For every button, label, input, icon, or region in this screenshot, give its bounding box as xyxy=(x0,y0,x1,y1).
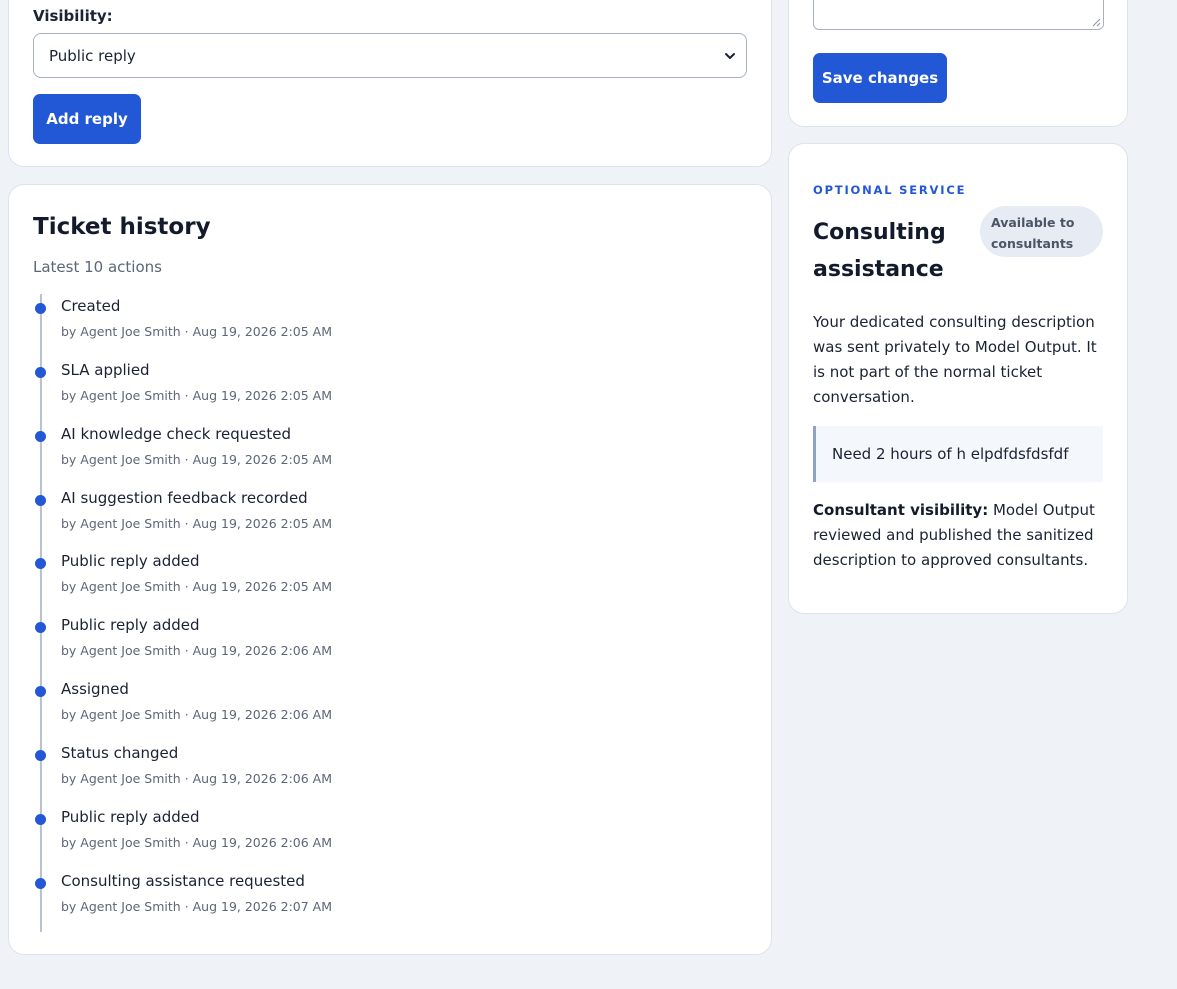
history-subtitle: Latest 10 actions xyxy=(33,258,162,276)
history-event: Public reply added by Agent Joe Smith · … xyxy=(33,552,633,602)
event-title: Public reply added xyxy=(61,552,200,570)
event-meta: by Agent Joe Smith · Aug 19, 2026 2:05 A… xyxy=(61,324,333,339)
history-event: Created by Agent Joe Smith · Aug 19, 202… xyxy=(33,297,633,347)
consultant-visibility-label: Consultant visibility: xyxy=(813,501,989,519)
timeline-dot xyxy=(35,367,46,378)
ticket-history-card: Ticket history Latest 10 actions Created… xyxy=(8,184,772,955)
event-meta: by Agent Joe Smith · Aug 19, 2026 2:05 A… xyxy=(61,452,333,467)
timeline-dot xyxy=(35,431,46,442)
visibility-select[interactable]: Public reply xyxy=(33,33,747,78)
event-title: Public reply added xyxy=(61,808,200,826)
event-meta: by Agent Joe Smith · Aug 19, 2026 2:06 A… xyxy=(61,643,333,658)
event-title: Status changed xyxy=(61,744,179,762)
event-meta: by Agent Joe Smith · Aug 19, 2026 2:06 A… xyxy=(61,771,333,786)
event-meta: by Agent Joe Smith · Aug 19, 2026 2:05 A… xyxy=(61,579,333,594)
status-badge: Available to consultants xyxy=(980,206,1103,257)
service-eyebrow: OPTIONAL SERVICE xyxy=(813,183,967,197)
consultant-visibility-note: Consultant visibility: Model Output revi… xyxy=(813,498,1103,573)
edit-ticket-card: Save changes xyxy=(788,0,1128,127)
history-event: Assigned by Agent Joe Smith · Aug 19, 20… xyxy=(33,680,633,730)
visibility-label: Visibility: xyxy=(33,7,113,25)
history-event: Public reply added by Agent Joe Smith · … xyxy=(33,616,633,666)
history-title: Ticket history xyxy=(33,214,211,240)
timeline-dot xyxy=(35,686,46,697)
consulting-description: Your dedicated consulting description wa… xyxy=(813,313,1097,406)
reply-form-card: Visibility: Public reply Add reply xyxy=(8,0,772,167)
timeline-dot xyxy=(35,558,46,569)
visibility-select-value: Public reply xyxy=(49,46,136,65)
event-meta: by Agent Joe Smith · Aug 19, 2026 2:06 A… xyxy=(61,835,333,850)
resize-grip-icon[interactable] xyxy=(1092,18,1101,27)
add-reply-button[interactable]: Add reply xyxy=(33,94,141,144)
event-title: AI knowledge check requested xyxy=(61,425,291,443)
history-event: Public reply added by Agent Joe Smith · … xyxy=(33,808,633,858)
consulting-card: OPTIONAL SERVICE Consulting assistance A… xyxy=(788,143,1128,614)
timeline-dot xyxy=(35,303,46,314)
timeline-dot xyxy=(35,750,46,761)
event-title: Assigned xyxy=(61,680,129,698)
event-meta: by Agent Joe Smith · Aug 19, 2026 2:05 A… xyxy=(61,388,333,403)
chevron-down-icon xyxy=(725,53,735,59)
event-meta: by Agent Joe Smith · Aug 19, 2026 2:05 A… xyxy=(61,516,333,531)
event-meta: by Agent Joe Smith · Aug 19, 2026 2:06 A… xyxy=(61,707,333,722)
history-event: AI suggestion feedback recorded by Agent… xyxy=(33,489,633,539)
event-title: Created xyxy=(61,297,121,315)
consulting-title: Consulting assistance xyxy=(813,220,946,282)
event-title: Consulting assistance requested xyxy=(61,872,305,890)
timeline-dot xyxy=(35,495,46,506)
timeline-dot xyxy=(35,814,46,825)
notes-textarea[interactable] xyxy=(813,0,1104,30)
event-meta: by Agent Joe Smith · Aug 19, 2026 2:07 A… xyxy=(61,899,333,914)
history-event: SLA applied by Agent Joe Smith · Aug 19,… xyxy=(33,361,633,411)
event-title: Public reply added xyxy=(61,616,200,634)
event-title: AI suggestion feedback recorded xyxy=(61,489,308,507)
history-event: AI knowledge check requested by Agent Jo… xyxy=(33,425,633,475)
history-event: Consulting assistance requested by Agent… xyxy=(33,872,633,922)
save-changes-button[interactable]: Save changes xyxy=(813,53,947,103)
timeline-dot xyxy=(35,878,46,889)
quote-text: Need 2 hours of h elpdfdsfdsfdf xyxy=(832,445,1069,463)
timeline-dot xyxy=(35,622,46,633)
consulting-request-quote: Need 2 hours of h elpdfdsfdsfdf xyxy=(813,426,1103,482)
history-event: Status changed by Agent Joe Smith · Aug … xyxy=(33,744,633,794)
event-title: SLA applied xyxy=(61,361,150,379)
